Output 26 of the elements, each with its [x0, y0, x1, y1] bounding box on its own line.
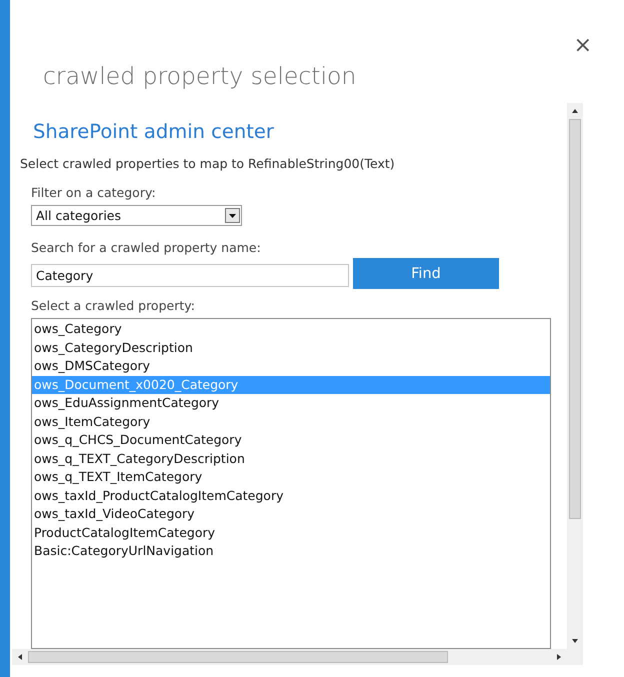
- find-button[interactable]: Find: [353, 258, 499, 289]
- horizontal-scrollbar[interactable]: [12, 649, 567, 665]
- property-list-item[interactable]: ows_ItemCategory: [32, 412, 550, 431]
- property-list-item[interactable]: ows_q_TEXT_ItemCategory: [32, 468, 550, 486]
- description-text: Select crawled properties to map to RefinableString00(Text): [20, 156, 396, 171]
- property-list-item[interactable]: ProductCatalogItemCategory: [32, 524, 550, 542]
- property-list-item[interactable]: ows_Category: [32, 320, 550, 338]
- property-list-item[interactable]: ows_CategoryDescription: [32, 338, 550, 357]
- search-field[interactable]: Category: [31, 264, 349, 287]
- filter-label: Filter on a category:: [31, 185, 157, 201]
- property-list-item[interactable]: ows_q_CHCS_DocumentCategory: [32, 431, 550, 450]
- property-list-item[interactable]: ows_DMSCategory: [32, 357, 550, 376]
- vertical-scrollbar[interactable]: [567, 103, 583, 649]
- property-list-item[interactable]: Basic:CategoryUrlNavigation: [32, 542, 550, 560]
- caret-icon: [229, 214, 236, 218]
- dialog-title: crawled property selection: [43, 61, 358, 92]
- site-heading: SharePoint admin center: [33, 120, 275, 143]
- category-dropdown[interactable]: All categories: [31, 205, 242, 226]
- property-list-item[interactable]: ows_taxId_VideoCategory: [32, 505, 550, 524]
- list-label: Select a crawled property:: [31, 298, 196, 314]
- property-list-item[interactable]: ows_q_TEXT_CategoryDescription: [32, 450, 550, 468]
- search-label: Search for a crawled property name:: [31, 240, 262, 256]
- close-button[interactable]: ×: [572, 34, 594, 58]
- property-list-item[interactable]: ows_taxId_ProductCatalogItemCategory: [32, 486, 550, 505]
- property-listbox[interactable]: [31, 318, 551, 649]
- property-list-item[interactable]: ows_EduAssignmentCategory: [32, 394, 550, 412]
